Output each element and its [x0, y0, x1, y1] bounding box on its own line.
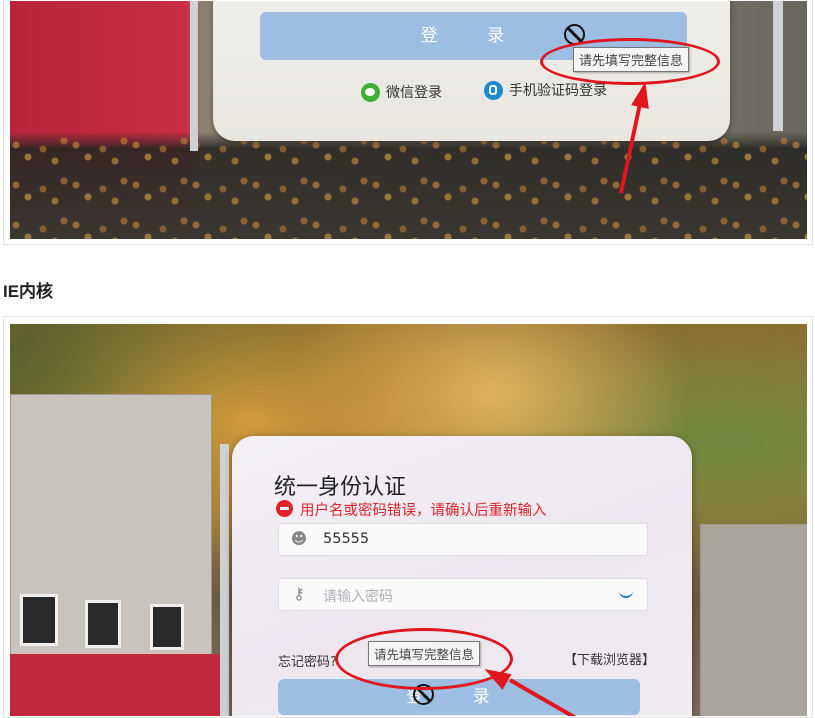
wechat-login[interactable]: 微信登录 — [361, 82, 442, 102]
building-window — [150, 604, 184, 650]
error-message: 用户名或密码错误，请确认后重新输入 — [300, 503, 547, 519]
username-value: 55555 — [323, 531, 370, 547]
highlight-ellipse — [540, 38, 720, 85]
photo-ie-login: 统一身份认证 用户名或密码错误，请确认后重新输入 ☻ 55555 ⚷ 请输入密码… — [10, 324, 807, 716]
password-input[interactable]: ⚷ 请输入密码 — [278, 578, 648, 611]
screenshot-photo-1: 登 录 请先填写完整信息 微信登录 手机验证码登录 — [3, 0, 813, 245]
phone-login-label: 手机验证码登录 — [509, 83, 607, 99]
phone-login[interactable]: 手机验证码登录 — [484, 80, 607, 100]
screenshot-photo-2: 统一身份认证 用户名或密码错误，请确认后重新输入 ☻ 55555 ⚷ 请输入密码… — [3, 316, 813, 718]
wechat-icon — [361, 82, 380, 102]
red-wall — [10, 654, 225, 716]
building-window — [85, 600, 121, 648]
lamp-pole — [773, 1, 783, 131]
wechat-login-label: 微信登录 — [386, 85, 442, 101]
building — [700, 524, 807, 716]
download-browser-link[interactable]: 【下载浏览器】 — [564, 649, 655, 668]
error-icon — [276, 500, 293, 517]
user-icon: ☻ — [290, 529, 308, 548]
key-icon: ⚷ — [293, 584, 305, 603]
eye-icon[interactable] — [619, 588, 633, 598]
lamp-pole — [190, 1, 198, 151]
forgot-password-link[interactable]: 忘记密码? — [278, 651, 337, 670]
password-placeholder: 请输入密码 — [323, 589, 393, 605]
phone-icon — [484, 80, 503, 100]
card-title: 统一身份认证 — [274, 475, 407, 500]
section-heading: IE内核 — [3, 282, 54, 301]
building-window — [20, 594, 58, 646]
lamp-pole — [220, 444, 229, 716]
photo-chrome-login: 登 录 请先填写完整信息 微信登录 手机验证码登录 — [10, 1, 807, 239]
fallen-leaves — [10, 129, 807, 239]
username-input[interactable]: ☻ 55555 — [278, 523, 648, 556]
